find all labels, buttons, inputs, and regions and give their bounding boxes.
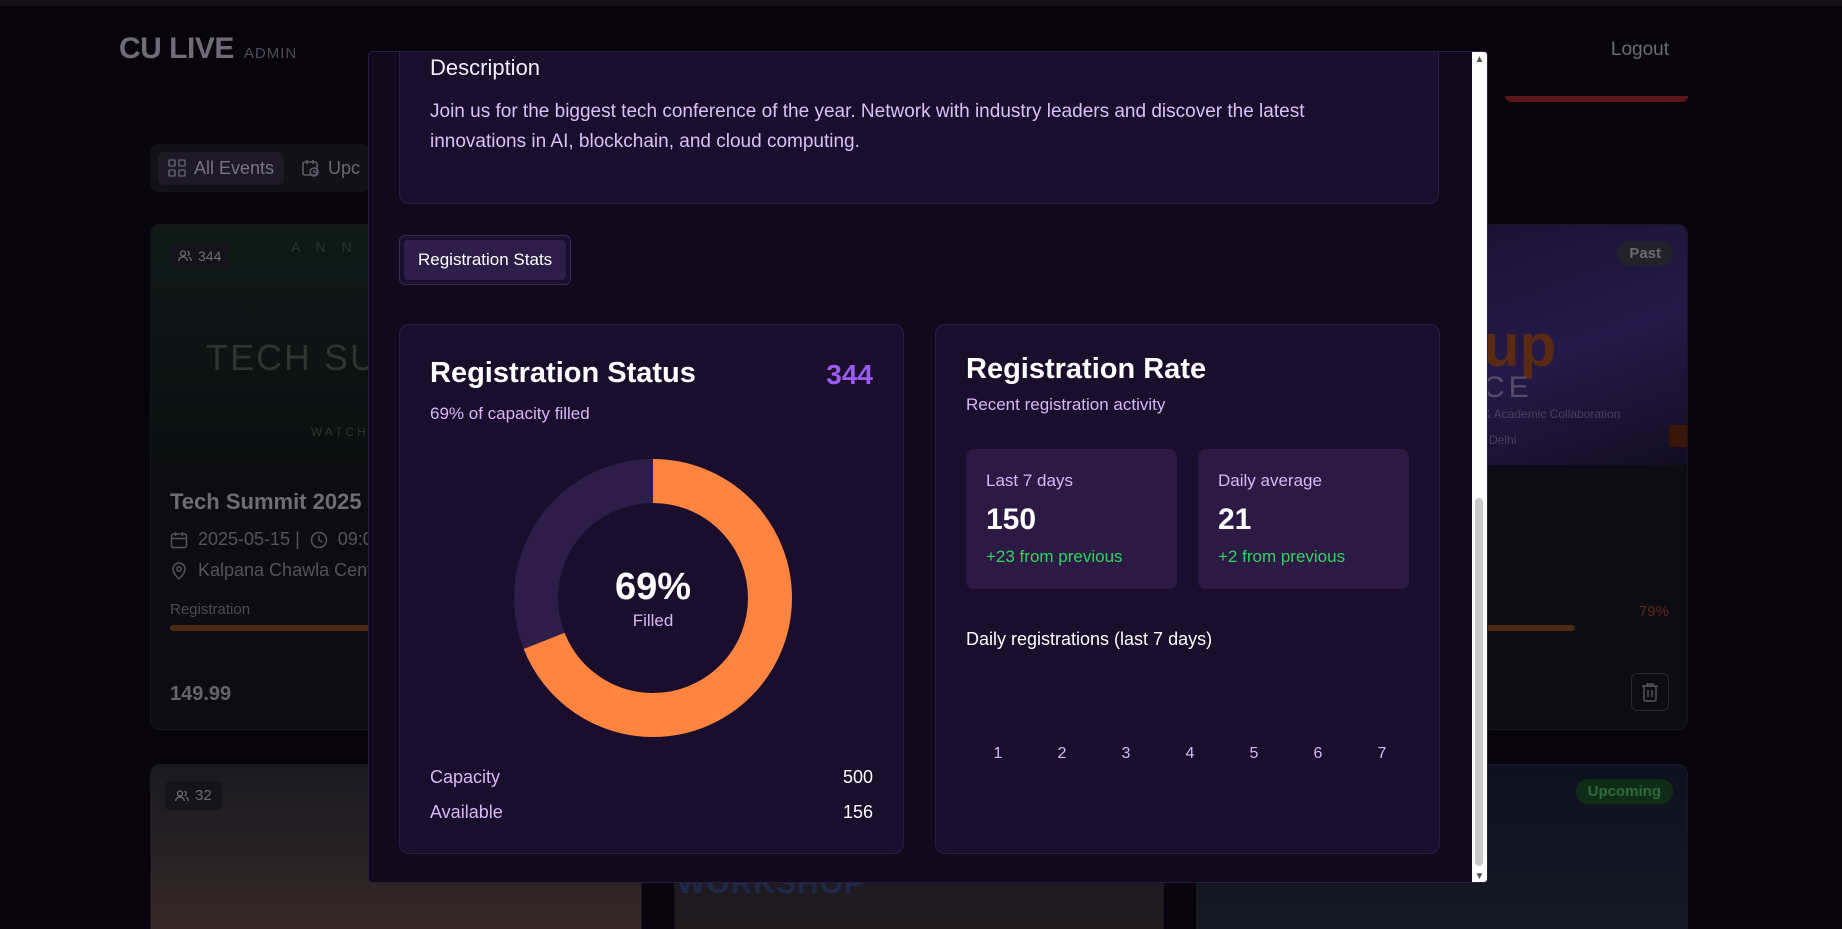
stat-value: 150 <box>986 503 1037 536</box>
daily-average-stat: Daily average 21 +2 from previous <box>1198 449 1409 589</box>
brand-name: CU LIVE <box>119 32 234 65</box>
modal-scrollbar[interactable]: ▲ ▼ <box>1472 52 1487 882</box>
donut-percent: 69% <box>614 565 692 608</box>
day-label: 2 <box>1057 745 1067 762</box>
delete-button[interactable] <box>1631 673 1669 711</box>
scroll-down-arrow-icon[interactable]: ▼ <box>1472 869 1487 882</box>
available-label: Available <box>430 802 503 822</box>
day-label: 6 <box>1313 745 1323 762</box>
stat-delta: +23 from previous <box>986 547 1123 566</box>
capacity-value: 500 <box>842 767 873 787</box>
scroll-up-arrow-icon[interactable]: ▲ <box>1472 52 1487 67</box>
event-title: Tech Summit 2025 <box>170 489 362 514</box>
description-text: Join us for the biggest tech conference … <box>430 101 1305 152</box>
filter-all-events[interactable]: All Events <box>158 151 285 185</box>
filter-upcoming[interactable]: Upc <box>292 152 370 185</box>
stats-tabs: Registration Stats <box>399 235 572 285</box>
filter-label: Upc <box>328 157 361 178</box>
image-text: A N N <box>291 239 358 255</box>
registration-rate-title: Registration Rate <box>966 353 1207 385</box>
image-text: & Academic Collaboration <box>1483 407 1621 421</box>
registration-count: 344 <box>826 359 873 390</box>
event-image: up CE & Academic Collaboration Delhi Pas… <box>1483 225 1687 465</box>
capacity-label: Capacity <box>430 767 501 787</box>
brand[interactable]: CU LIVE ADMIN <box>119 32 297 66</box>
calendar-clock-icon <box>302 160 319 177</box>
day-label: 5 <box>1249 745 1259 762</box>
day-label: 7 <box>1377 745 1387 762</box>
registration-status-title: Registration Status <box>430 357 696 389</box>
stat-label: Daily average <box>1218 471 1322 490</box>
attendee-count: 32 <box>195 787 212 804</box>
day-label: 4 <box>1185 745 1195 762</box>
capacity-filled-text: 69% of capacity filled <box>430 404 590 423</box>
modal-content[interactable]: Description Join us for the biggest tech… <box>369 52 1474 882</box>
event-date: 2025-05-15 | <box>198 529 300 549</box>
registration-percent: 79% <box>1638 603 1669 620</box>
image-decoration <box>1669 425 1687 447</box>
users-icon <box>175 789 189 801</box>
registration-label: Registration <box>170 601 251 618</box>
map-pin-icon <box>172 561 186 580</box>
donut-center: 69% Filled <box>513 458 793 738</box>
image-text: Delhi <box>1489 433 1517 447</box>
attendee-badge: 32 <box>165 781 222 810</box>
accent-bar <box>1505 96 1688 102</box>
available-row: Available 156 <box>430 802 873 823</box>
venue-name: Kalpana Chawla Cent <box>198 560 373 580</box>
status-badge: Upcoming <box>1575 779 1673 804</box>
event-card-tech-summit[interactable]: A N N TECH SU WATCH 344 Tech Summit 2025… <box>150 224 380 730</box>
event-datetime: 2025-05-15 | 09:0 <box>170 529 373 550</box>
registration-progress <box>170 625 379 631</box>
registration-status-card: Registration Status 344 69% of capacity … <box>399 324 904 854</box>
event-card-right[interactable]: up CE & Academic Collaboration Delhi Pas… <box>1482 224 1688 730</box>
attendee-count: 344 <box>198 248 222 264</box>
day-label: 1 <box>993 745 1003 762</box>
registration-rate-card: Registration Rate Recent registration ac… <box>935 324 1440 854</box>
daily-registrations-title: Daily registrations (last 7 days) <box>966 629 1213 649</box>
grid-icon <box>168 159 186 177</box>
logout-link[interactable]: Logout <box>1611 39 1669 61</box>
stat-delta: +2 from previous <box>1218 547 1346 566</box>
attendee-badge: 344 <box>170 243 230 269</box>
day-label: 3 <box>1121 745 1131 762</box>
event-venue: Kalpana Chawla Cent <box>170 560 372 581</box>
image-text: TECH SU <box>206 337 379 378</box>
scrollbar-thumb[interactable] <box>1475 498 1483 866</box>
status-badge: Past <box>1617 241 1673 266</box>
calendar-icon <box>170 531 188 548</box>
description-card: Description Join us for the biggest tech… <box>399 52 1439 204</box>
image-text: WATCH <box>311 425 369 439</box>
registration-progress <box>1483 625 1575 631</box>
top-border <box>0 0 1842 6</box>
trash-icon <box>1642 683 1658 702</box>
registration-rate-subtitle: Recent registration activity <box>966 395 1166 414</box>
tab-registration-stats[interactable]: Registration Stats <box>404 240 567 280</box>
image-text: up <box>1483 312 1557 379</box>
filter-label: All Events <box>194 157 275 178</box>
brand-tag: ADMIN <box>243 45 298 62</box>
stat-label: Last 7 days <box>986 471 1073 490</box>
clock-icon <box>310 531 328 548</box>
filter-bar: All Events Upc <box>150 144 370 192</box>
stat-value: 21 <box>1218 503 1252 536</box>
capacity-row: Capacity 500 <box>430 767 873 788</box>
daily-registrations-axis: 1 2 3 4 5 6 7 <box>966 745 1416 763</box>
image-text: CE <box>1483 371 1533 404</box>
last-7-days-stat: Last 7 days 150 +23 from previous <box>966 449 1177 589</box>
event-price: 149.99 <box>170 683 232 705</box>
event-details-modal: Description Join us for the biggest tech… <box>368 51 1488 883</box>
description-heading: Description <box>430 55 541 80</box>
users-icon <box>178 250 192 262</box>
donut-label: Filled <box>632 610 674 630</box>
available-value: 156 <box>842 802 873 822</box>
event-image: A N N TECH SU WATCH 344 <box>151 225 379 465</box>
